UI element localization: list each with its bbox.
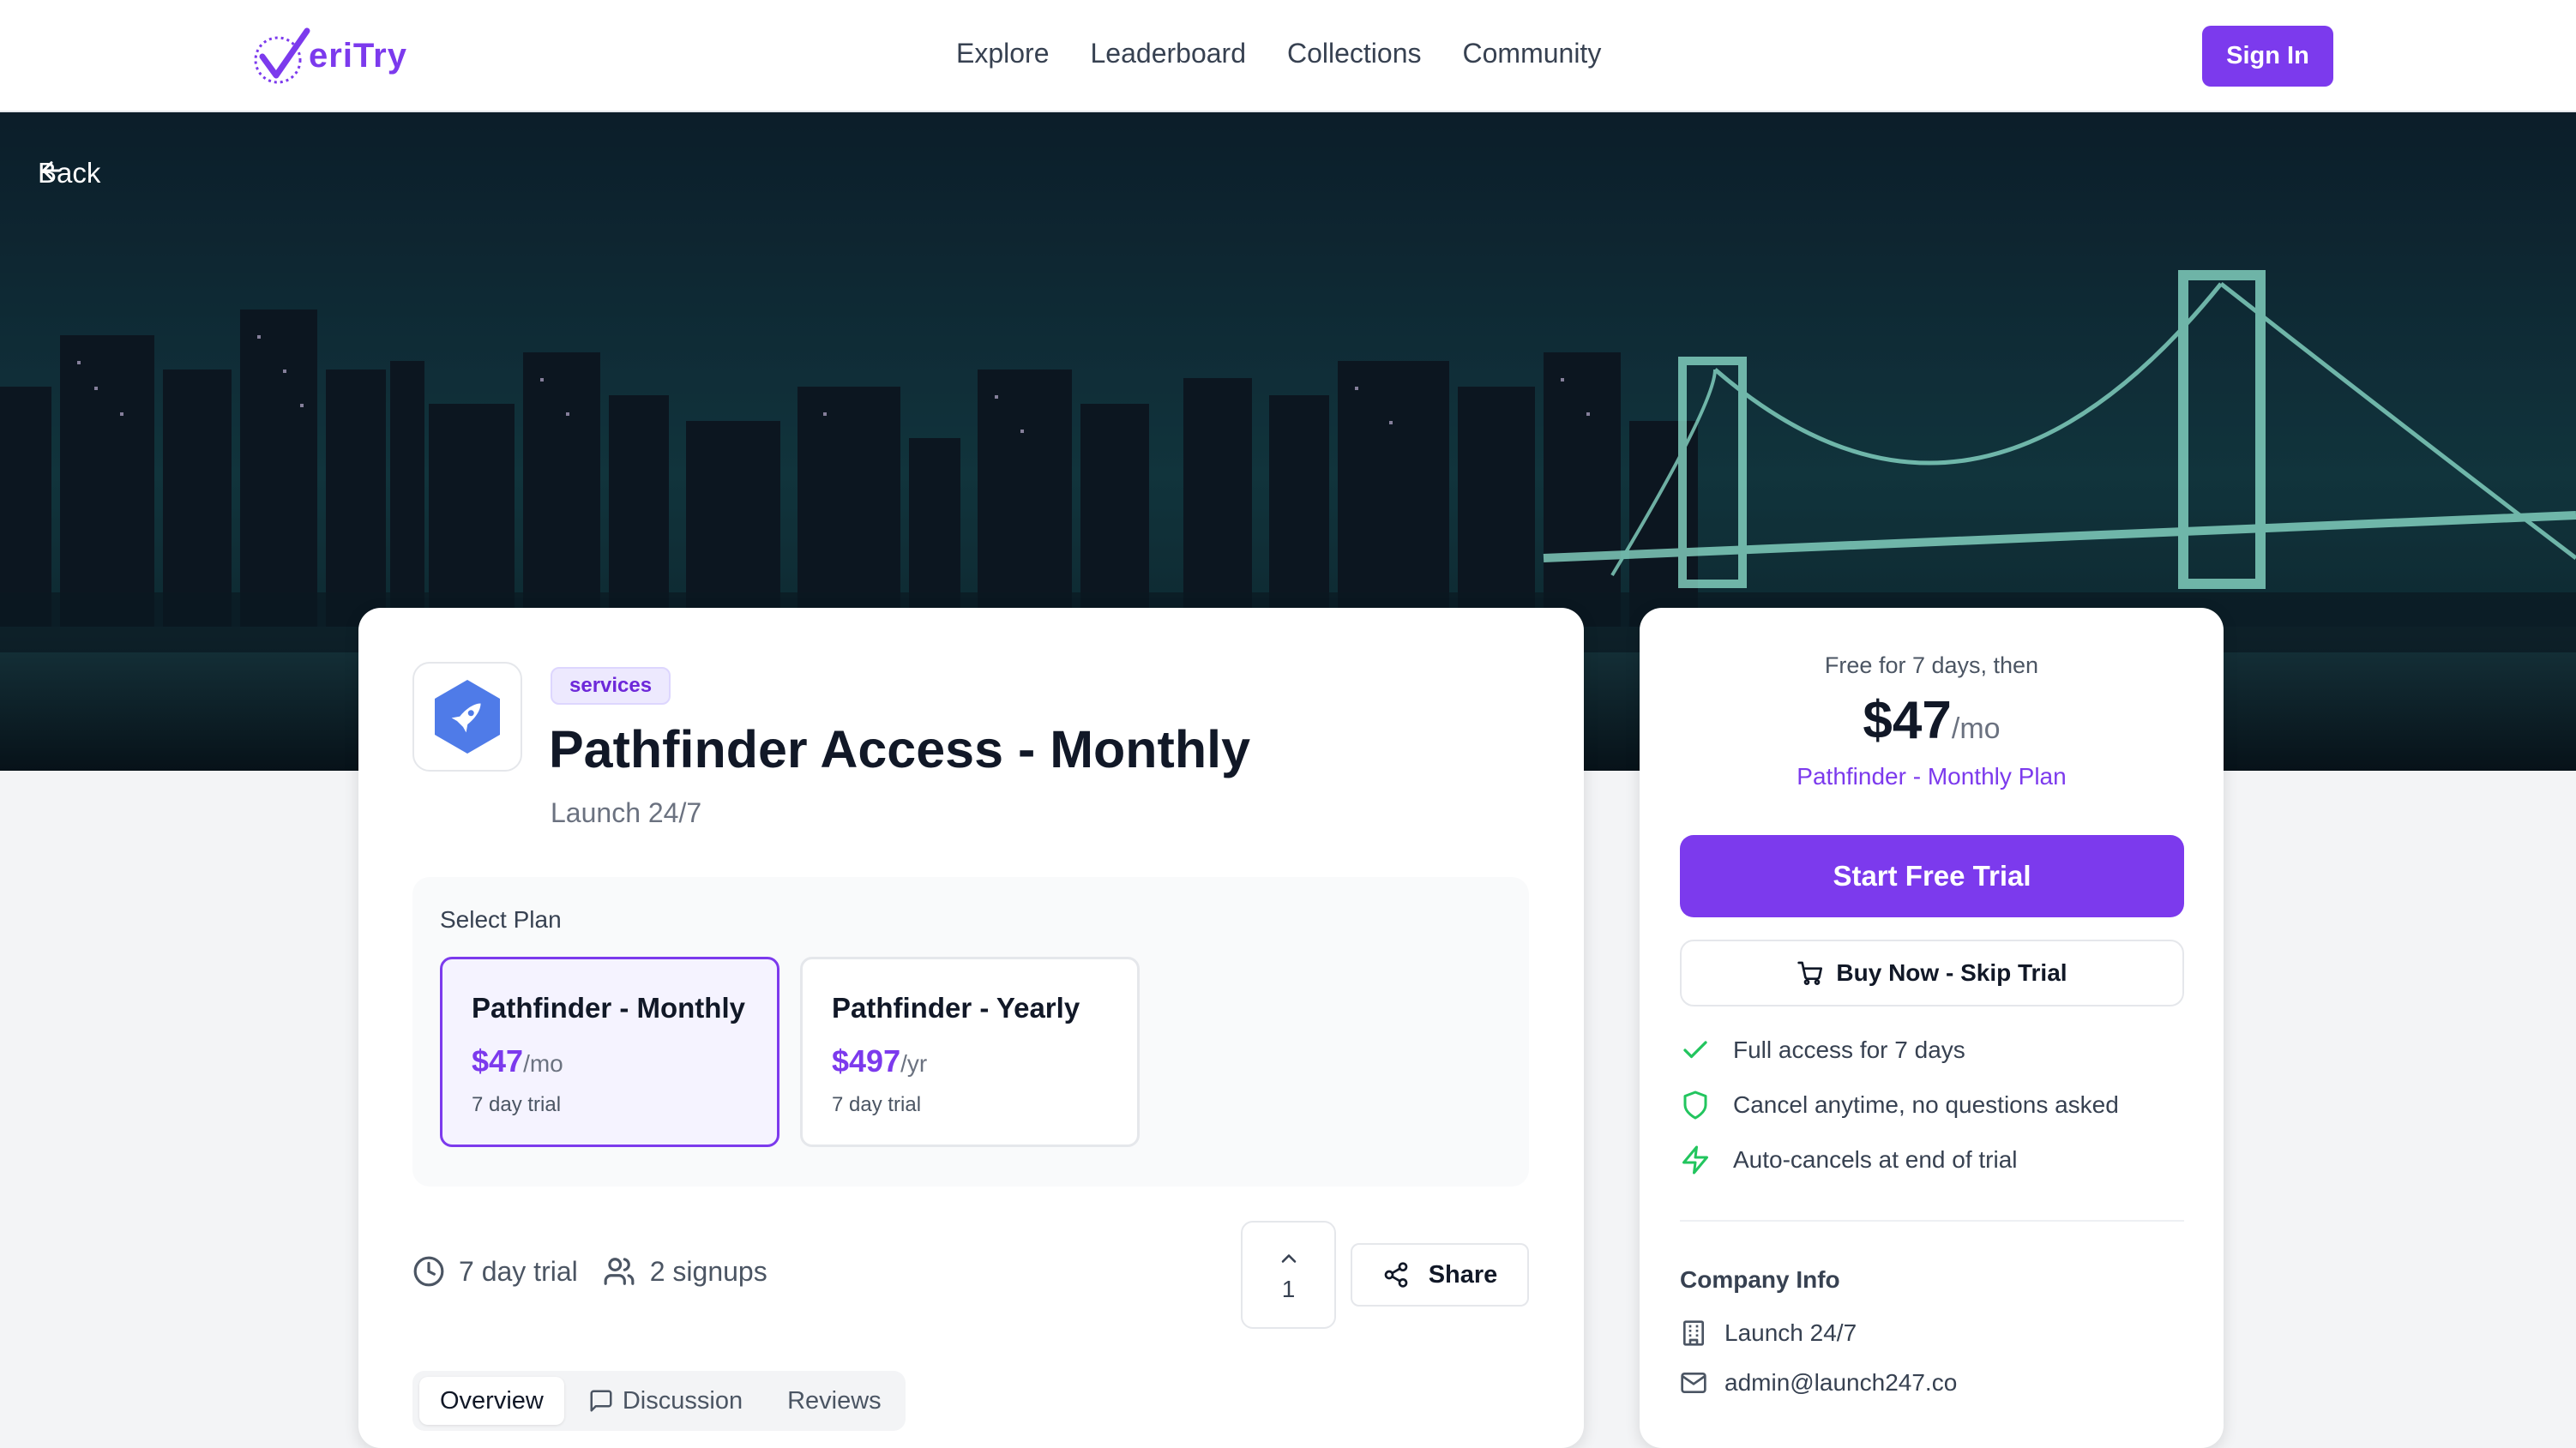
logo-check-icon	[254, 27, 310, 84]
feature-item: Auto-cancels at end of trial	[1680, 1145, 2018, 1175]
plan-trial: 7 day trial	[472, 1093, 562, 1116]
zap-icon	[1682, 1145, 1708, 1175]
company-info-heading: Company Info	[1680, 1266, 1840, 1293]
check-icon	[1683, 1041, 1707, 1059]
message-square-icon	[590, 1390, 612, 1412]
trial-stat: 7 day trial	[412, 1255, 578, 1288]
start-free-trial-button[interactable]: Start Free Trial	[1680, 835, 2184, 917]
upvote-count: 1	[1281, 1276, 1296, 1302]
plan-option-yearly[interactable]: Pathfinder - Yearly $497/yr 7 day trial	[800, 957, 1140, 1147]
sign-in-button[interactable]: Sign In	[2202, 26, 2333, 87]
buy-now-button[interactable]: Buy Now - Skip Trial	[1680, 940, 2184, 1006]
company-name[interactable]: Launch 24/7	[551, 797, 701, 829]
arrow-left-icon	[42, 161, 61, 180]
sidebar-plan-name: Pathfinder - Monthly Plan	[1797, 763, 2067, 790]
plan-name: Pathfinder - Yearly	[832, 992, 1080, 1024]
rocket-icon	[435, 680, 500, 754]
signups-stat: 2 signups	[602, 1255, 767, 1288]
tab-overview[interactable]: Overview	[419, 1377, 564, 1425]
category-badge[interactable]: services	[551, 667, 671, 705]
top-header: eriTry Explore Leaderboard Collections C…	[0, 0, 2576, 112]
main-nav: Explore Leaderboard Collections Communit…	[956, 38, 1601, 69]
cart-icon	[1797, 961, 1823, 985]
plan-trial: 7 day trial	[832, 1093, 922, 1116]
logo[interactable]: eriTry	[247, 26, 407, 86]
share-button[interactable]: Share	[1351, 1243, 1529, 1307]
nav-explore[interactable]: Explore	[956, 38, 1050, 69]
company-email-row[interactable]: admin@launch247.co	[1680, 1369, 1957, 1397]
nav-leaderboard[interactable]: Leaderboard	[1091, 38, 1246, 69]
tab-reviews[interactable]: Reviews	[767, 1377, 902, 1425]
back-button[interactable]: Back	[38, 157, 100, 189]
building-icon	[1683, 1320, 1704, 1346]
sidebar-price: $47/mo	[1863, 691, 2001, 750]
plan-price: $497/yr	[832, 1043, 928, 1078]
select-plan-label: Select Plan	[440, 906, 562, 933]
feature-item: Cancel anytime, no questions asked	[1680, 1090, 2119, 1121]
pricing-card: Free for 7 days, then $47/mo Pathfinder …	[1640, 608, 2224, 1448]
plan-option-monthly[interactable]: Pathfinder - Monthly $47/mo 7 day trial	[440, 957, 779, 1147]
divider	[1680, 1220, 2184, 1222]
shield-icon	[1683, 1091, 1707, 1120]
clock-icon	[413, 1256, 444, 1287]
chevron-up-icon	[1281, 1254, 1296, 1263]
product-card: services Pathfinder Access - Monthly Lau…	[358, 608, 1584, 1448]
tab-discussion[interactable]: Discussion	[568, 1377, 763, 1425]
product-title: Pathfinder Access - Monthly	[549, 720, 1250, 778]
nav-collections[interactable]: Collections	[1287, 38, 1422, 69]
plan-selector: Select Plan Pathfinder - Monthly $47/mo …	[412, 877, 1529, 1187]
mail-icon	[1681, 1373, 1706, 1393]
product-stats: 7 day trial 2 signups	[412, 1255, 767, 1288]
company-name-row: Launch 24/7	[1680, 1319, 1857, 1347]
users-icon	[604, 1258, 635, 1285]
feature-item: Full access for 7 days	[1680, 1035, 1965, 1066]
free-trial-text: Free for 7 days, then	[1824, 652, 2039, 678]
nav-community[interactable]: Community	[1463, 38, 1602, 69]
logo-text: eriTry	[309, 36, 407, 75]
plan-price: $47/mo	[472, 1043, 563, 1078]
product-tabs: Overview Discussion Reviews	[412, 1371, 906, 1431]
share-icon	[1384, 1262, 1408, 1288]
product-logo	[412, 662, 522, 772]
plan-name: Pathfinder - Monthly	[472, 992, 745, 1024]
upvote-button[interactable]: 1	[1241, 1221, 1336, 1329]
